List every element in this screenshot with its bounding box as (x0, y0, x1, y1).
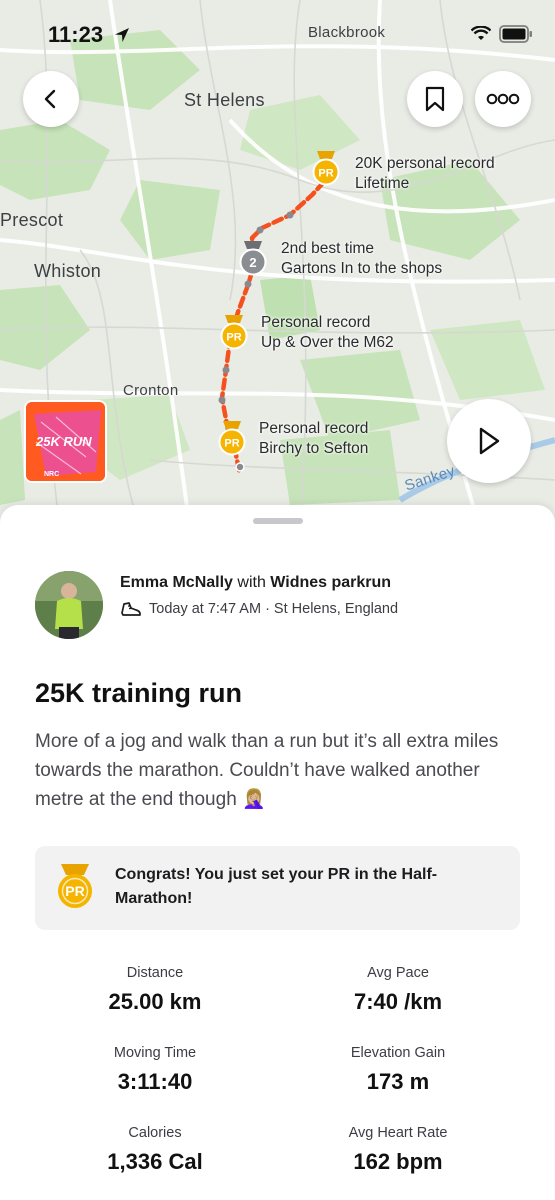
stat-moving-time: Moving Time 3:11:40 (45, 1045, 265, 1095)
segment-label-3: Personal record Up & Over the M62 (261, 314, 394, 351)
wifi-icon (471, 26, 491, 40)
second-place-medal-icon[interactable]: 2 (238, 240, 268, 276)
activity-photo-thumbnail[interactable]: NRC 25K RUN (24, 400, 107, 483)
stat-value: 25.00 km (108, 989, 202, 1014)
play-icon (479, 427, 500, 455)
location-arrow-icon (115, 28, 130, 42)
pr-message: Congrats! You just set your PR in the Ha… (115, 866, 438, 907)
bookmark-button[interactable] (407, 71, 463, 127)
pr-medal-icon[interactable]: PR (311, 150, 341, 186)
activity-date-location: Today at 7:47 AM · St Helens, England (149, 601, 399, 617)
athlete-name[interactable]: Emma McNally (120, 574, 233, 591)
pr-medal-icon[interactable]: PR (217, 420, 247, 456)
back-button[interactable] (23, 71, 79, 127)
svg-text:PR: PR (226, 332, 241, 344)
with-word: with (237, 574, 266, 591)
stat-avg-heart-rate: Avg Heart Rate 162 bpm (288, 1125, 508, 1175)
stat-label: Elevation Gain (350, 1045, 446, 1061)
svg-text:PR: PR (65, 883, 84, 899)
pr-medal-icon[interactable]: PR (219, 314, 249, 350)
stat-value: 173 m (366, 1069, 430, 1094)
chevron-left-icon (44, 89, 56, 109)
athlete-line[interactable]: Emma McNally with Widnes parkrun (120, 574, 391, 592)
svg-text:PR: PR (318, 168, 333, 180)
pr-medal-icon: PR (58, 864, 92, 908)
svg-text:PR: PR (224, 438, 239, 450)
running-shoe-icon (121, 602, 141, 616)
route-map[interactable]: Blackbrook St Helens Prescot Whiston Cro… (0, 0, 555, 530)
more-icon (486, 93, 520, 105)
status-icons (471, 25, 533, 43)
stat-label: Avg Heart Rate (348, 1125, 448, 1141)
battery-icon (499, 25, 532, 43)
status-time: 11:23 (48, 22, 131, 48)
map-label-st-helens: St Helens (184, 90, 265, 110)
activity-meta: Today at 7:47 AM · St Helens, England (120, 600, 398, 618)
svg-text:NRC: NRC (44, 471, 59, 478)
club-name[interactable]: Widnes parkrun (270, 574, 391, 591)
stat-label: Distance (126, 965, 184, 981)
avatar[interactable] (35, 571, 103, 639)
pr-achievement-card[interactable]: PR Congrats! You just set your PR in the… (35, 846, 520, 930)
map-label-whiston: Whiston (34, 261, 102, 281)
map-label-cronton: Cronton (123, 382, 179, 399)
stat-value: 162 bpm (353, 1149, 443, 1174)
photo-caption: 25K RUN (36, 434, 92, 449)
stat-value: 3:11:40 (117, 1069, 193, 1094)
stat-calories: Calories 1,336 Cal (45, 1125, 265, 1175)
avatar-photo (35, 571, 103, 639)
activity-title: 25K training run (35, 678, 243, 708)
stat-label: Avg Pace (367, 965, 429, 981)
map-label-blackbrook: Blackbrook (308, 24, 386, 41)
sheet-grabber[interactable] (253, 518, 303, 524)
stat-value: 7:40 /km (353, 989, 443, 1014)
svg-text:2: 2 (249, 255, 256, 270)
segment-label-2: 2nd best time Gartons In to the shops (281, 240, 443, 277)
stat-value: 1,336 Cal (107, 1149, 203, 1174)
more-options-button[interactable] (475, 71, 531, 127)
stat-avg-pace: Avg Pace 7:40 /km (288, 965, 508, 1015)
stat-label: Moving Time (113, 1045, 197, 1061)
stat-label: Calories (128, 1125, 182, 1141)
stat-elevation-gain: Elevation Gain 173 m (288, 1045, 508, 1095)
stat-distance: Distance 25.00 km (45, 965, 265, 1015)
segment-label-1: 20K personal record Lifetime (355, 155, 495, 192)
bookmark-icon (425, 86, 445, 112)
segment-label-4: Personal record Birchy to Sefton (259, 420, 369, 457)
activity-description: More of a jog and walk than a run but it… (35, 731, 499, 810)
activity-detail-sheet[interactable]: Emma McNally with Widnes parkrun Today a… (0, 505, 555, 1200)
map-label-prescot: Prescot (0, 210, 64, 230)
play-flyover-button[interactable] (447, 399, 531, 483)
